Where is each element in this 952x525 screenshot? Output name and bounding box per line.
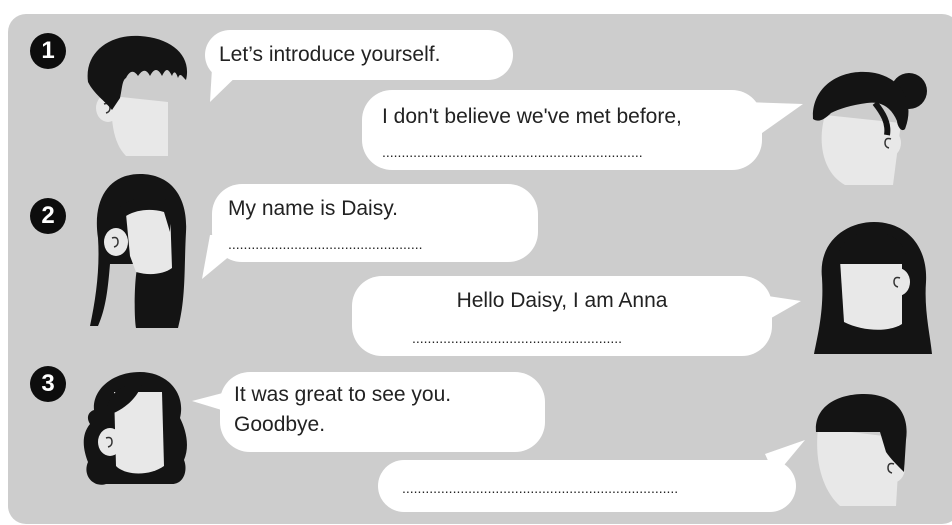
step-badge-3: 3	[30, 366, 66, 402]
speech-bubble-5: It was great to see you. Goodbye.	[220, 372, 545, 452]
avatar-long-hair	[90, 174, 187, 328]
avatar-bowl-cut	[815, 394, 907, 506]
answer-blank[interactable]: ........................................…	[402, 480, 782, 496]
answer-blank[interactable]: ........................................…	[228, 236, 518, 252]
bubble-text: My name is Daisy.	[228, 197, 398, 220]
bubble-text: Hello Daisy, I am Anna	[456, 289, 668, 312]
avatar-bun-hair	[812, 71, 927, 185]
bubble-text-line-1: It was great to see you.	[234, 383, 452, 406]
speech-bubble-2: I don't believe we've met before, ......…	[362, 90, 762, 170]
bubble-text: I don't believe we've met before,	[382, 105, 682, 128]
bubble-text: Let’s introduce yourself.	[219, 43, 441, 66]
answer-blank[interactable]: ........................................…	[382, 144, 754, 160]
speech-bubble-1: Let’s introduce yourself.	[205, 30, 513, 80]
avatar-bob-hair	[814, 222, 932, 354]
speech-bubble-3: My name is Daisy. ......................…	[212, 184, 538, 262]
step-badge-2: 2	[30, 198, 66, 234]
bubble-text-line-2: Goodbye.	[234, 413, 326, 436]
speech-bubble-4: Hello Daisy, I am Anna .................…	[352, 276, 772, 356]
answer-blank[interactable]: ........................................…	[412, 330, 712, 346]
speech-bubble-6: ........................................…	[378, 460, 796, 512]
avatar-short-hair-boy	[87, 35, 188, 156]
avatar-wavy-hair	[83, 372, 187, 485]
step-badge-1: 1	[30, 33, 66, 69]
